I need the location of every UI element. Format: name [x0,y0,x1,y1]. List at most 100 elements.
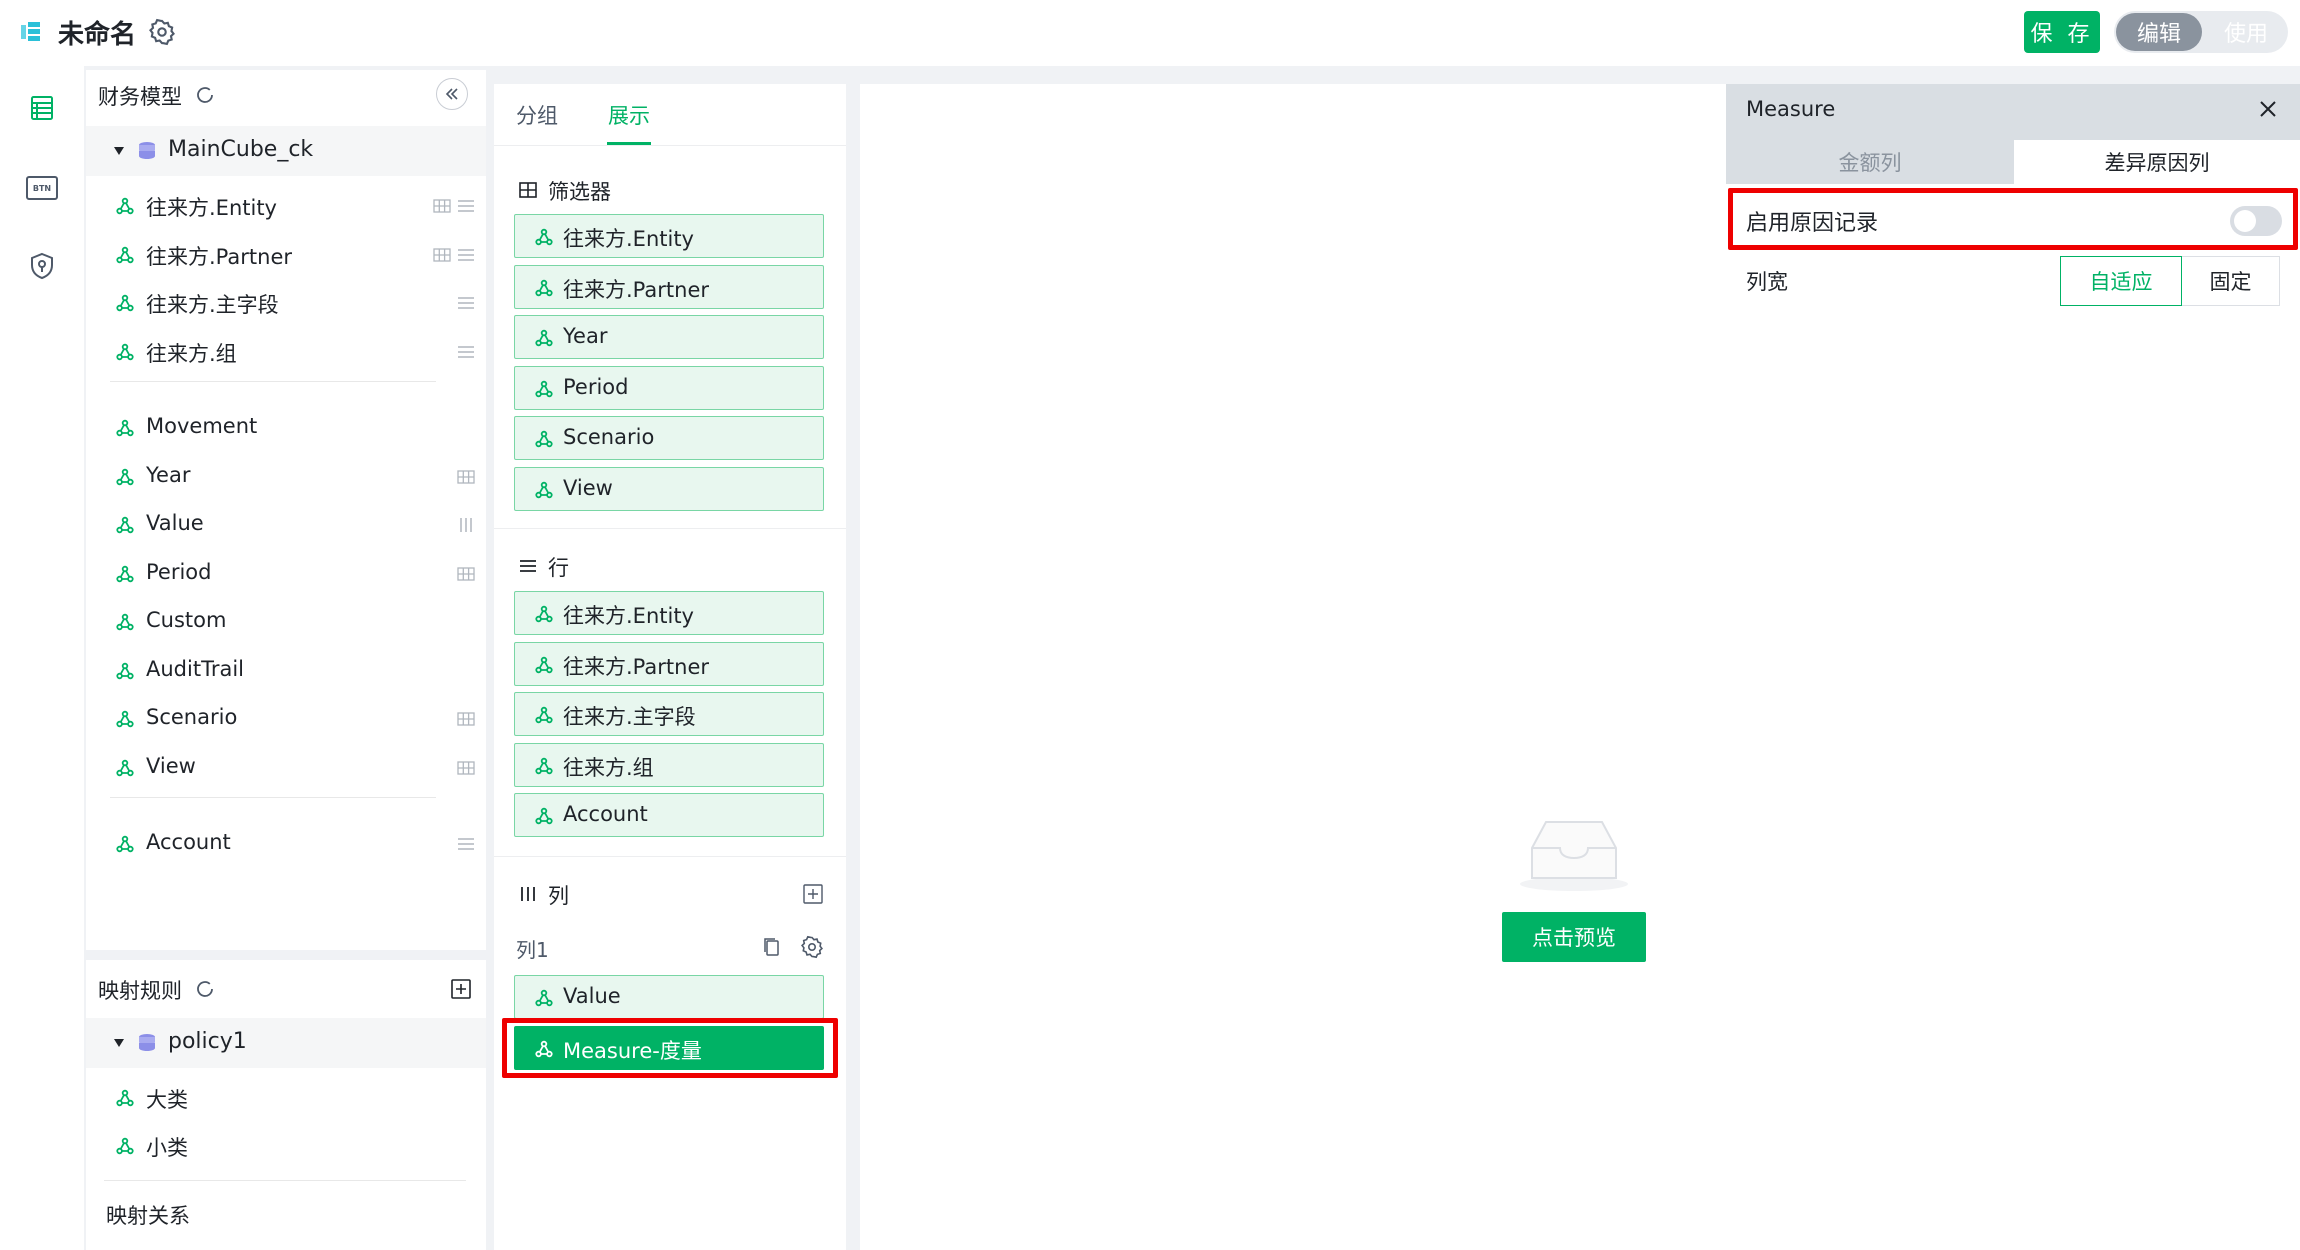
dimension-item[interactable]: 往来方.组 [86,328,486,376]
divider [110,797,436,798]
list-icon[interactable] [456,245,476,271]
collapse-panel-button[interactable] [436,78,468,110]
dimension-item[interactable]: View [86,744,486,792]
field-chip-label: 往来方.主字段 [563,705,696,729]
tab-display[interactable]: 展示 [608,100,650,130]
btn-icon[interactable]: BTN [26,176,58,200]
dimension-icon [116,419,134,437]
dimension-icon [116,759,134,777]
dimension-icon [116,835,134,853]
add-square-icon[interactable] [450,978,472,1000]
preview-button[interactable]: 点击预览 [1502,912,1646,962]
refresh-icon[interactable] [194,978,216,1000]
dimension-item[interactable]: Custom [86,598,486,646]
columns-icon[interactable] [456,515,476,541]
column-name-label: 列1 [516,938,549,962]
dimension-item[interactable]: Account [86,820,486,868]
mode-edit-option[interactable]: 编辑 [2116,13,2202,51]
field-chip[interactable]: Scenario [514,416,824,460]
refresh-icon[interactable] [194,84,216,106]
grid-icon[interactable] [456,709,476,735]
tab-group[interactable]: 分组 [516,100,558,130]
list-icon[interactable] [456,293,476,319]
list-icon[interactable] [456,196,476,222]
dimension-icon [535,430,553,448]
dimension-item[interactable]: Scenario [86,695,486,743]
field-chip[interactable]: 往来方.Partner [514,641,824,686]
table-icon[interactable] [26,92,58,124]
field-chip[interactable]: View [514,466,824,511]
list-icon[interactable] [456,342,476,368]
dimension-label: Period [146,559,212,584]
dimension-item[interactable]: 往来方.Entity [86,182,486,230]
dimension-item[interactable]: AuditTrail [86,647,486,695]
dimension-label: Movement [146,414,258,438]
field-chip-label: Period [563,374,629,399]
dimension-item[interactable]: 往来方.主字段 [86,279,486,327]
save-button[interactable]: 保 存 [2024,11,2100,53]
switch-knob[interactable] [2234,210,2256,232]
icon-rail [0,66,84,1250]
field-chip[interactable]: 往来方.主字段 [514,692,824,736]
grid-icon[interactable] [432,245,452,271]
dimension-label: 往来方.组 [146,341,237,366]
dimension-item[interactable]: Period [86,550,486,598]
field-chip[interactable]: Value [514,975,824,1019]
tree-root-label: MainCube_ck [168,137,314,162]
field-chip-label: 往来方.Partner [563,654,709,679]
grid-icon [519,182,537,198]
field-chip[interactable]: 往来方.Partner [514,264,824,309]
dimension-label: Year [146,462,191,487]
dimension-icon [535,279,553,297]
grid-icon[interactable] [456,758,476,784]
field-chip[interactable]: 往来方.Entity [514,214,824,258]
field-chip[interactable]: 往来方.Entity [514,591,824,635]
copy-icon[interactable] [762,936,782,958]
width-adaptive-option[interactable]: 自适应 [2060,256,2182,306]
dimension-icon [116,246,134,264]
tab-amount-column[interactable]: 金额列 [1726,140,2014,184]
list-icon[interactable] [456,834,476,860]
grid-icon[interactable] [456,564,476,590]
field-chip[interactable]: Year [514,315,824,359]
columns-section-title: 列 [548,884,569,908]
mode-use-option[interactable]: 使用 [2206,13,2286,51]
caret-down-icon[interactable] [114,147,124,155]
app-logo-icon [21,22,40,41]
dimension-icon [535,807,553,825]
field-chip[interactable]: Account [514,793,824,837]
dimension-icon [535,989,553,1007]
double-chevron-left-icon [445,88,458,100]
field-chip-label: Account [563,802,648,826]
tree-root-policy[interactable]: policy1 [86,1018,486,1068]
grid-icon[interactable] [432,196,452,222]
gear-icon[interactable] [148,18,176,46]
tree-root-maincube[interactable]: MainCube_ck [86,126,486,176]
dimension-icon [535,228,553,246]
dimension-icon [535,380,553,398]
tab-variance-reason-column[interactable]: 差异原因列 [2014,140,2300,184]
dimension-icon [116,1089,134,1107]
caret-down-icon[interactable] [114,1039,124,1047]
mapping-item[interactable]: 小类 [86,1122,486,1170]
database-icon [139,142,155,159]
gear-icon[interactable] [800,935,824,959]
divider [110,381,436,382]
finance-model-title: 财务模型 [98,85,182,109]
dimension-icon [535,481,553,499]
mapping-item[interactable]: 大类 [86,1074,486,1122]
grid-icon[interactable] [456,467,476,493]
preview-canvas [860,84,1726,1250]
dimension-item[interactable]: Movement [86,404,486,452]
dimension-item[interactable]: Value [86,501,486,549]
add-square-icon[interactable] [802,883,824,905]
close-icon[interactable] [2256,97,2280,121]
width-fixed-option[interactable]: 固定 [2182,256,2280,306]
dimension-item[interactable]: Year [86,453,486,501]
field-chip[interactable]: Period [514,365,824,410]
dimension-item[interactable]: 往来方.Partner [86,231,486,279]
divider [494,856,846,857]
divider [494,528,846,529]
shield-icon[interactable] [26,250,58,282]
field-chip[interactable]: 往来方.组 [514,742,824,787]
